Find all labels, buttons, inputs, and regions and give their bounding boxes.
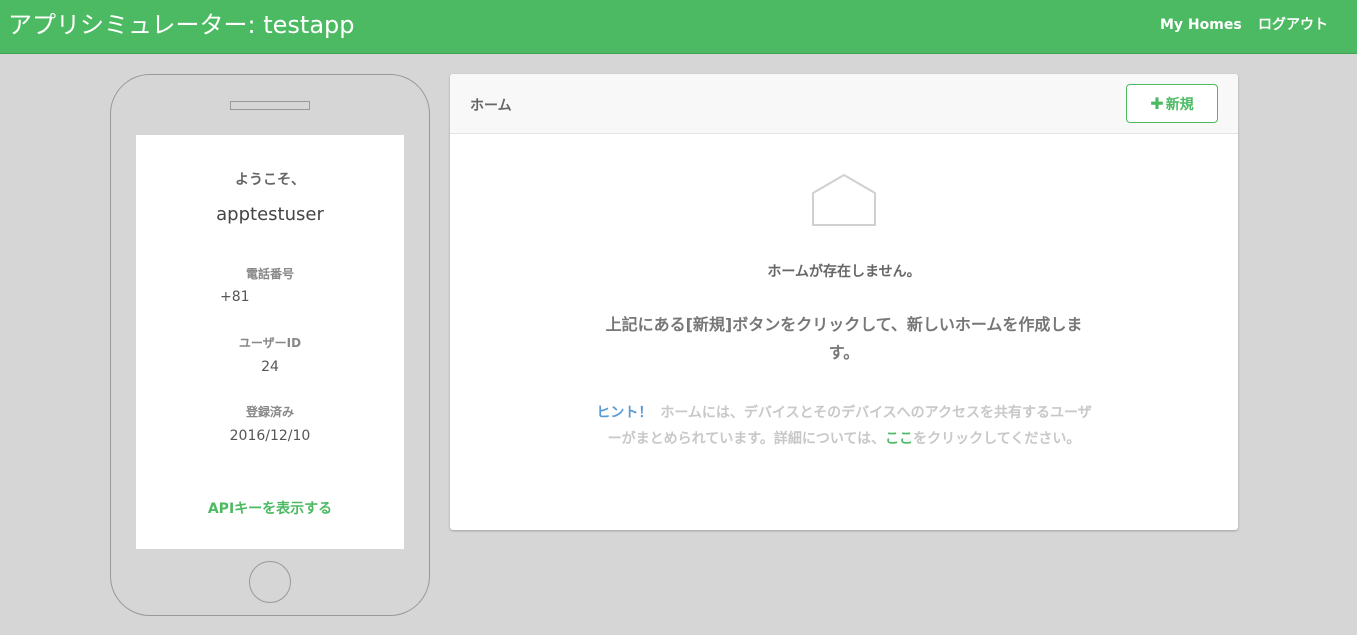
panel-header: ホーム ✚ 新規 xyxy=(450,74,1238,134)
registered-label: 登録済み xyxy=(245,405,294,419)
phone-speaker xyxy=(230,101,310,110)
phone-number-value: +81 xyxy=(220,289,250,305)
phone-number-label: 電話番号 xyxy=(245,267,294,281)
user-id-label: ユーザーID xyxy=(238,336,302,350)
registered-date: 2016/12/10 xyxy=(229,428,311,444)
hint-label: ヒント！ xyxy=(596,405,653,421)
phone-home-button xyxy=(249,561,291,603)
hint-text: ヒント！ ホームには、デバイスとそのデバイスへのアクセスを共有するユーザーがまとめ… xyxy=(594,400,1094,452)
new-button-label: 新規 xyxy=(1165,96,1194,113)
welcome-text: ようこそ、 xyxy=(235,172,305,188)
hint-suffix: をクリックしてください。 xyxy=(913,431,1081,447)
my-homes-link[interactable]: My Homes xyxy=(1160,16,1242,34)
create-home-instruction: 上記にある[新規]ボタンをクリックして、新しいホームを作成します。 xyxy=(605,315,1083,362)
plus-icon: ✚ xyxy=(1150,93,1164,113)
user-id-value: 24 xyxy=(261,359,279,375)
username: apptestuser xyxy=(216,204,324,225)
panel-title: ホーム xyxy=(470,98,512,114)
phone-screen: ようこそ、 apptestuser 電話番号 +81 ユーザーID 24 登録済… xyxy=(136,135,404,549)
top-navbar: アプリシミュレーター: testapp My Homes ログアウト xyxy=(0,0,1357,54)
phone-frame: ようこそ、 apptestuser 電話番号 +81 ユーザーID 24 登録済… xyxy=(110,74,430,616)
show-api-key-link[interactable]: APIキーを表示する xyxy=(136,498,404,518)
logout-link[interactable]: ログアウト xyxy=(1258,16,1328,34)
app-title: アプリシミュレーター: testapp xyxy=(8,11,355,39)
hint-details-link[interactable]: ここ xyxy=(885,431,913,447)
homes-panel: ホーム ✚ 新規 ホームが存在しません。 上記にある[新規]ボタンをクリックして… xyxy=(450,74,1238,530)
new-home-button[interactable]: ✚ 新規 xyxy=(1126,84,1218,123)
house-outline-icon xyxy=(812,174,876,226)
empty-state-message: ホームが存在しません。 xyxy=(767,264,921,280)
